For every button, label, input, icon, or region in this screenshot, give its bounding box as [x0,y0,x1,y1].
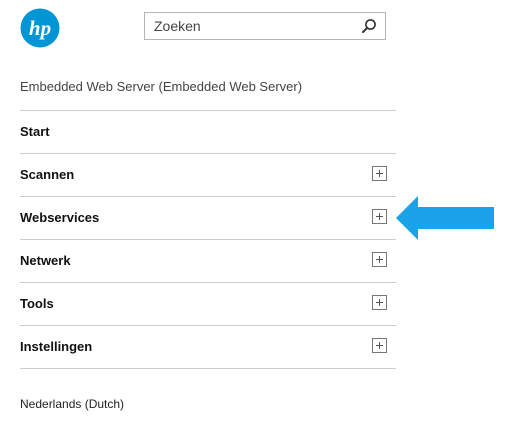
search-box[interactable] [144,12,386,40]
nav-item-start[interactable]: Start [20,110,396,153]
nav-item-instellingen[interactable]: Instellingen [20,325,396,369]
nav-item-label: Tools [20,296,54,311]
pointer-arrow-icon [396,196,494,240]
expand-plus-icon[interactable] [372,209,387,224]
nav-item-webservices[interactable]: Webservices [20,196,396,239]
hp-logo[interactable]: hp [20,8,60,48]
search-input[interactable] [145,13,355,39]
expand-plus-icon[interactable] [372,338,387,353]
language-selector[interactable]: Nederlands (Dutch) [20,397,124,411]
nav-item-tools[interactable]: Tools [20,282,396,325]
expand-plus-icon[interactable] [372,295,387,310]
main-nav: Start Scannen Webservices Netwerk Tools … [20,110,396,369]
nav-item-label: Scannen [20,167,75,182]
expand-plus-icon[interactable] [372,166,387,181]
nav-item-label: Netwerk [20,253,71,268]
nav-item-label: Start [20,124,50,139]
expand-plus-icon[interactable] [372,252,387,267]
nav-item-netwerk[interactable]: Netwerk [20,239,396,282]
search-icon[interactable] [361,18,377,34]
nav-item-label: Webservices [20,210,100,225]
nav-item-label: Instellingen [20,339,93,354]
nav-item-scannen[interactable]: Scannen [20,153,396,196]
hp-logo-text: hp [29,16,51,40]
page-subtitle: Embedded Web Server (Embedded Web Server… [20,79,303,94]
